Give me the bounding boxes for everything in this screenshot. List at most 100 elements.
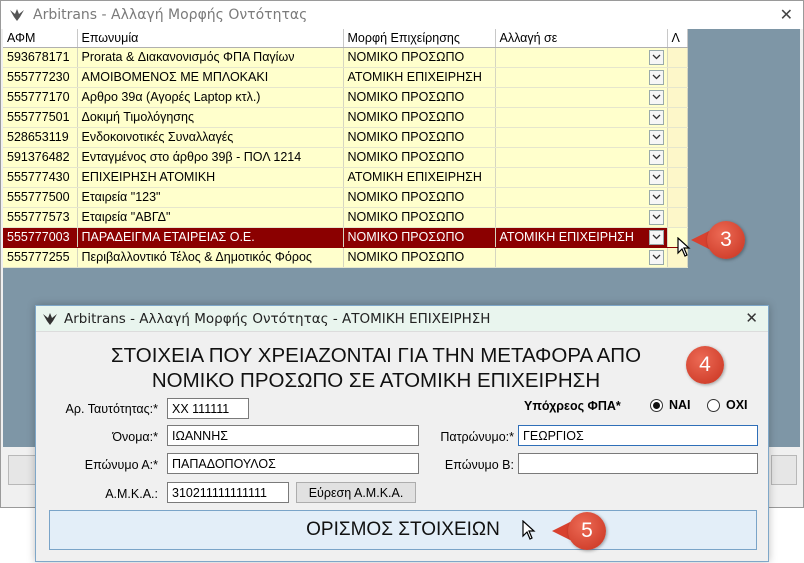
l-cell[interactable] <box>667 47 688 68</box>
chevron-down-icon[interactable] <box>648 149 664 165</box>
table-row[interactable]: 593678171 Prorata & Διακανονισμός ΦΠΑ Παγ… <box>3 47 688 68</box>
column-header-afm[interactable]: ΑΦΜ <box>3 29 78 48</box>
afm-cell[interactable]: 555777003 <box>3 227 78 248</box>
afm-cell[interactable]: 593678171 <box>3 47 78 68</box>
afm-cell[interactable]: 555777170 <box>3 87 78 108</box>
table-row[interactable]: 555777255 Περιβαλλοντικό Τέλος & Δημοτικό… <box>3 247 688 268</box>
chevron-down-icon[interactable] <box>648 249 664 265</box>
name-cell[interactable]: Περιβαλλοντικό Τέλος & Δημοτικός Φόρος <box>77 247 344 268</box>
l-cell[interactable] <box>667 187 688 208</box>
dialog-close-icon[interactable]: ✕ <box>745 309 758 327</box>
table-row[interactable]: 555777430 ΕΠΙΧΕΙΡΗΣΗ ΑΤΟΜΙΚΗ ΑΤΟΜΙΚΗ ΕΠΙΧΕ… <box>3 167 688 188</box>
column-header-name[interactable]: Επωνυμία <box>77 29 344 48</box>
name-cell[interactable]: ΠΑΡΑΔΕΙΓΜΑ ΕΤΑΙΡΕΙΑΣ Ο.Ε. <box>77 227 344 248</box>
table-row[interactable]: 555777230 ΑΜΟΙΒΟΜΕΝΟΣ ΜΕ ΜΠΛΟΚΑΚΙ ΑΤΟΜΙΚΗ … <box>3 67 688 88</box>
change-to-combo[interactable] <box>495 127 668 148</box>
chevron-down-icon[interactable] <box>648 129 664 145</box>
change-to-combo[interactable] <box>495 247 668 268</box>
afm-cell[interactable]: 555777501 <box>3 107 78 128</box>
afm-cell[interactable]: 555777430 <box>3 167 78 188</box>
id-number-input[interactable] <box>167 398 249 419</box>
name-cell[interactable]: Αρθρο 39α (Αγορές Laptop κτλ.) <box>77 87 344 108</box>
table-row[interactable]: 555777003 ΠΑΡΑΔΕΙΓΜΑ ΕΤΑΙΡΕΙΑΣ Ο.Ε. ΝΟΜΙΚΟ… <box>3 227 688 248</box>
l-cell[interactable] <box>667 67 688 88</box>
chevron-down-icon[interactable] <box>648 49 664 65</box>
change-to-combo[interactable] <box>495 47 668 68</box>
chevron-down-icon[interactable] <box>648 169 664 185</box>
form-cell[interactable]: ΝΟΜΙΚΟ ΠΡΟΣΩΠΟ <box>343 187 496 208</box>
first-name-input[interactable] <box>167 425 419 446</box>
name-cell[interactable]: Prorata & Διακανονισμός ΦΠΑ Παγίων <box>77 47 344 68</box>
change-to-combo[interactable] <box>495 207 668 228</box>
column-header-l[interactable]: Λ <box>667 29 688 48</box>
l-cell[interactable] <box>667 207 688 228</box>
change-to-combo[interactable] <box>495 67 668 88</box>
surname-a-input[interactable] <box>167 453 419 474</box>
table-row[interactable]: 528653119 Ενδοκοινοτικές Συναλλαγές ΝΟΜΙΚΟ… <box>3 127 688 148</box>
entity-grid: ΑΦΜ Επωνυμία Μορφή Επιχείρησης Αλλαγή σε… <box>3 29 688 268</box>
chevron-down-icon[interactable] <box>648 109 664 125</box>
afm-cell[interactable]: 555777230 <box>3 67 78 88</box>
name-cell[interactable]: Εταιρεία "123" <box>77 187 344 208</box>
table-row[interactable]: 591376482 Ενταγμένος στο άρθρο 39β - ΠΟΛ … <box>3 147 688 168</box>
table-row[interactable]: 555777501 Δοκιμή Τιμολόγησης ΝΟΜΙΚΟ ΠΡΟΣΩΠ… <box>3 107 688 128</box>
l-cell[interactable] <box>667 127 688 148</box>
table-row[interactable]: 555777500 Εταιρεία "123" ΝΟΜΙΚΟ ΠΡΟΣΩΠΟ <box>3 187 688 208</box>
father-name-input[interactable] <box>518 425 758 446</box>
column-header-form[interactable]: Μορφή Επιχείρησης <box>343 29 496 48</box>
afm-cell[interactable]: 555777500 <box>3 187 78 208</box>
l-cell[interactable] <box>667 107 688 128</box>
chevron-down-icon[interactable] <box>648 189 664 205</box>
change-to-combo[interactable] <box>495 167 668 188</box>
name-cell[interactable]: ΕΠΙΧΕΙΡΗΣΗ ΑΤΟΜΙΚΗ <box>77 167 344 188</box>
change-to-combo[interactable] <box>495 147 668 168</box>
form-cell[interactable]: ΝΟΜΙΚΟ ΠΡΟΣΩΠΟ <box>343 247 496 268</box>
change-to-combo[interactable] <box>495 87 668 108</box>
form-cell[interactable]: ΝΟΜΙΚΟ ΠΡΟΣΩΠΟ <box>343 227 496 248</box>
change-to-combo[interactable] <box>495 187 668 208</box>
name-cell[interactable]: Ενδοκοινοτικές Συναλλαγές <box>77 127 344 148</box>
afm-cell[interactable]: 555777255 <box>3 247 78 268</box>
main-close-icon[interactable]: ✕ <box>780 5 793 24</box>
l-cell[interactable] <box>667 147 688 168</box>
change-to-combo[interactable]: ΑΤΟΜΙΚΗ ΕΠΙΧΕΙΡΗΣΗ <box>495 227 668 248</box>
name-cell[interactable]: Ενταγμένος στο άρθρο 39β - ΠΟΛ 1214 <box>77 147 344 168</box>
form-cell[interactable]: ΝΟΜΙΚΟ ΠΡΟΣΩΠΟ <box>343 107 496 128</box>
vat-yes-radio[interactable]: ΝΑΙ <box>650 398 691 412</box>
table-row[interactable]: 555777573 Εταιρεία "ΑΒΓΔ" ΝΟΜΙΚΟ ΠΡΟΣΩΠΟ <box>3 207 688 228</box>
vat-no-radio[interactable]: ΟΧΙ <box>707 398 748 412</box>
form-cell[interactable]: ΝΟΜΙΚΟ ΠΡΟΣΩΠΟ <box>343 147 496 168</box>
surname-a-label: Επώνυμο Α:* <box>84 458 158 472</box>
mouse-cursor-icon <box>677 236 691 260</box>
l-cell[interactable] <box>667 167 688 188</box>
table-row[interactable]: 555777170 Αρθρο 39α (Αγορές Laptop κτλ.) Ν… <box>3 87 688 108</box>
name-cell[interactable]: Δοκιμή Τιμολόγησης <box>77 107 344 128</box>
find-amka-button[interactable]: Εύρεση Α.Μ.Κ.Α. <box>296 482 416 503</box>
chevron-down-icon[interactable] <box>648 229 664 245</box>
form-cell[interactable]: ΝΟΜΙΚΟ ΠΡΟΣΩΠΟ <box>343 47 496 68</box>
form-cell[interactable]: ΑΤΟΜΙΚΗ ΕΠΙΧΕΙΡΗΣΗ <box>343 67 496 88</box>
toolbar-button[interactable] <box>8 455 38 485</box>
set-details-button[interactable]: ΟΡΙΣΜΟΣ ΣΤΟΙΧΕΙΩΝ <box>49 510 757 550</box>
callout-number: 3 <box>707 221 745 259</box>
radio-unchecked-icon <box>707 398 720 412</box>
heading-line-1: ΣΤΟΙΧΕΙΑ ΠΟΥ ΧΡΕΙΑΖΟΝΤΑΙ ΓΙΑ ΤΗΝ ΜΕΤΑΦΟΡ… <box>110 344 642 367</box>
chevron-down-icon[interactable] <box>648 69 664 85</box>
form-cell[interactable]: ΑΤΟΜΙΚΗ ΕΠΙΧΕΙΡΗΣΗ <box>343 167 496 188</box>
afm-cell[interactable]: 591376482 <box>3 147 78 168</box>
amka-input[interactable] <box>167 482 289 503</box>
toolbar-button[interactable] <box>771 455 797 485</box>
form-cell[interactable]: ΝΟΜΙΚΟ ΠΡΟΣΩΠΟ <box>343 207 496 228</box>
surname-b-input[interactable] <box>518 453 758 474</box>
change-to-combo[interactable] <box>495 107 668 128</box>
form-cell[interactable]: ΝΟΜΙΚΟ ΠΡΟΣΩΠΟ <box>343 127 496 148</box>
column-header-change-to[interactable]: Αλλαγή σε <box>495 29 668 48</box>
afm-cell[interactable]: 528653119 <box>3 127 78 148</box>
form-cell[interactable]: ΝΟΜΙΚΟ ΠΡΟΣΩΠΟ <box>343 87 496 108</box>
chevron-down-icon[interactable] <box>648 89 664 105</box>
afm-cell[interactable]: 555777573 <box>3 207 78 228</box>
l-cell[interactable] <box>667 87 688 108</box>
name-cell[interactable]: ΑΜΟΙΒΟΜΕΝΟΣ ΜΕ ΜΠΛΟΚΑΚΙ <box>77 67 344 88</box>
chevron-down-icon[interactable] <box>648 209 664 225</box>
name-cell[interactable]: Εταιρεία "ΑΒΓΔ" <box>77 207 344 228</box>
